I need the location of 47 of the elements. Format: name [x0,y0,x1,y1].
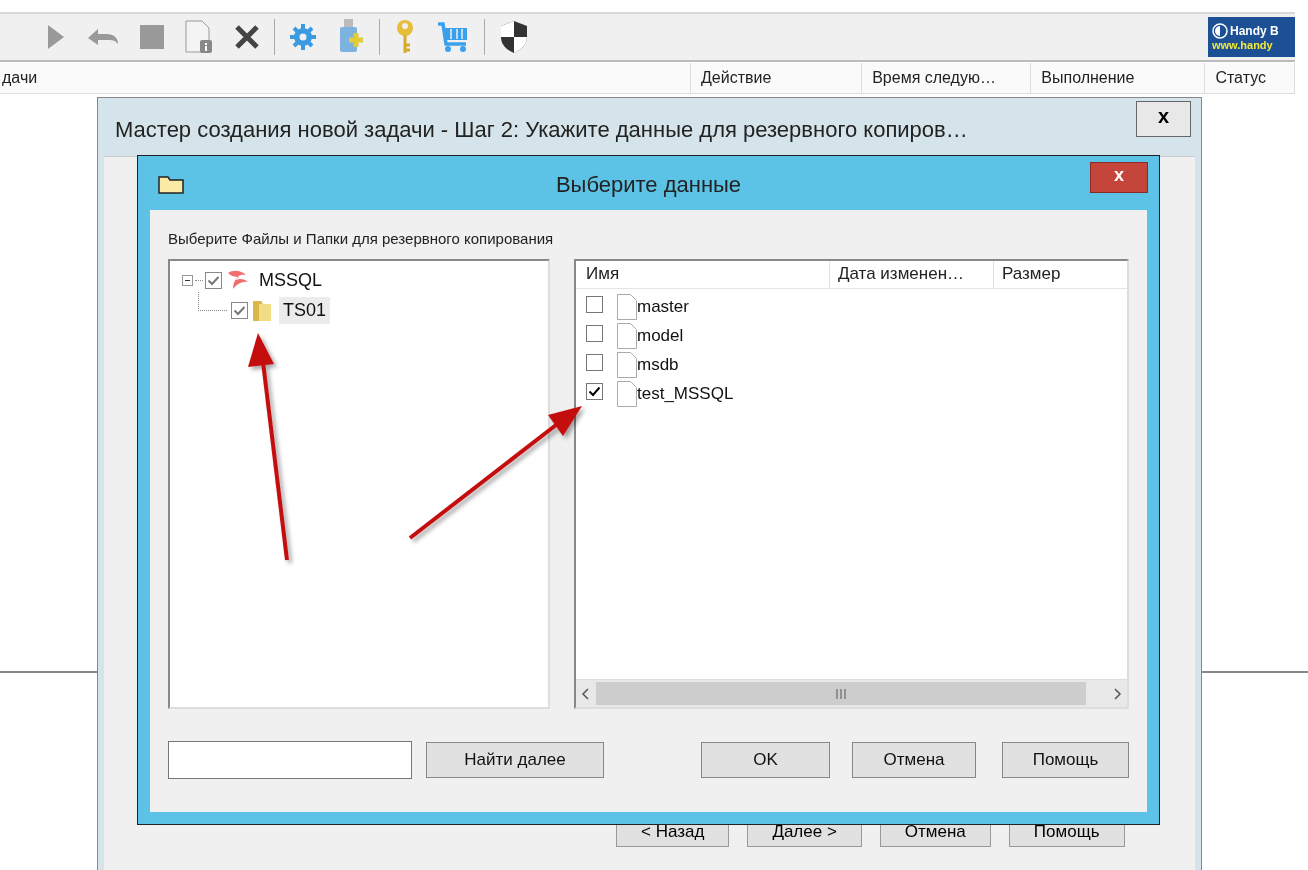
tree-checkbox[interactable] [231,301,248,319]
collapse-toggle-icon[interactable] [182,274,193,286]
logo-text: Handy B [1230,24,1279,38]
column-header[interactable]: Статус [1205,63,1295,93]
column-header[interactable]: Имя [576,261,830,288]
instruction-text: Выберите Файлы и Папки для резервного копирования [168,230,555,247]
find-next-button[interactable]: Найти далее [426,742,604,778]
logo-banner[interactable]: Handy B www.handy [1208,17,1295,57]
usb-drive-add-icon[interactable] [337,19,365,55]
file-icon [617,293,637,320]
column-header[interactable]: Действие [691,63,863,93]
dialog-button[interactable]: Помощь [1002,742,1129,778]
dialog-button[interactable]: OK [701,742,830,778]
file-name[interactable]: master [637,296,689,317]
file-name[interactable]: model [637,325,684,346]
return-arrow-icon[interactable] [86,26,120,48]
key-icon[interactable] [394,19,416,55]
tree-item[interactable]: TS01 [279,296,331,324]
shield-icon[interactable] [499,20,529,54]
column-header[interactable]: дачи [0,63,692,93]
tree-item[interactable]: MSSQL [255,266,327,294]
file-icon [617,380,637,407]
logo-icon [1212,23,1228,39]
delete-icon[interactable] [234,24,260,50]
cart-icon[interactable] [436,20,470,54]
file-name[interactable]: msdb [637,354,679,375]
column-header[interactable]: Дата изменен… [830,261,994,288]
close-button[interactable]: x [1136,101,1191,137]
logo-url: www.handy [1212,39,1274,51]
folder-icon [251,298,273,322]
horizontal-scrollbar[interactable] [576,679,1127,707]
gear-icon[interactable] [289,23,317,51]
tree-checkbox[interactable] [205,271,222,289]
close-button[interactable]: x [1090,162,1148,193]
document-info-icon[interactable] [184,20,214,54]
dialog-button[interactable]: Отмена [852,742,976,778]
column-header[interactable]: Время следую… [862,63,1032,93]
search-field[interactable] [168,741,412,779]
column-header[interactable]: Размер [994,261,1127,288]
file-icon [617,351,637,378]
file-name[interactable]: test_MSSQL [637,383,734,404]
window-title: Мастер создания новой задачи - Шаг 2: Укажите данные для резервного копиров… [115,116,969,143]
column-header[interactable]: Выполнение [1031,63,1206,93]
folder-icon [158,174,184,194]
dialog-title: Выберите данные [554,172,743,198]
file-icon [617,322,637,349]
scroll-thumb[interactable] [596,682,1086,705]
